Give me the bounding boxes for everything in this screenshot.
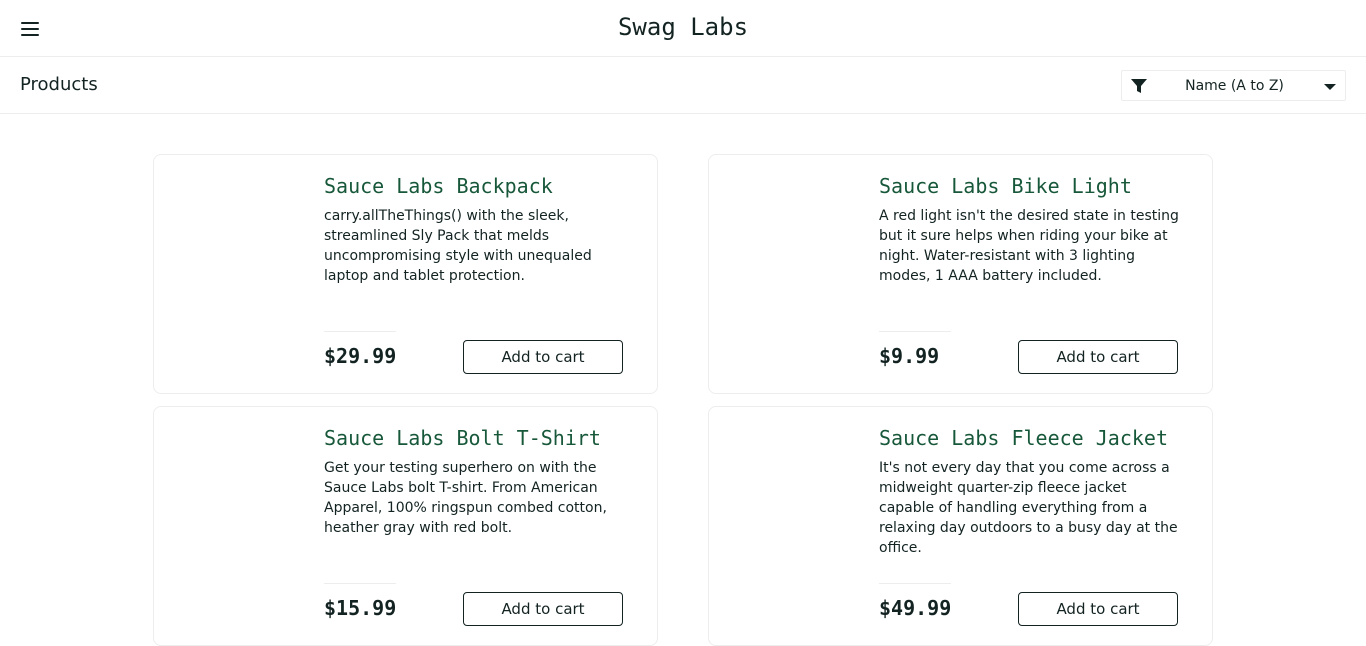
- item-price: $9.99: [879, 344, 940, 368]
- add-to-cart-button[interactable]: Add to cart: [1018, 340, 1178, 374]
- item-price: $29.99: [324, 344, 397, 368]
- price-divider: [879, 331, 951, 332]
- app-header: Swag Labs: [0, 0, 1366, 57]
- sort-dropdown[interactable]: Name (A to Z): [1121, 70, 1346, 101]
- item-price: $49.99: [879, 596, 952, 620]
- item-name-link[interactable]: Sauce Labs Backpack: [324, 174, 553, 198]
- inventory-item: Sauce Labs Bike Light A red light isn't …: [708, 154, 1213, 394]
- app-logo-title: Swag Labs: [617, 13, 749, 41]
- inventory-item: Sauce Labs Backpack carry.allTheThings()…: [153, 154, 658, 394]
- add-to-cart-button[interactable]: Add to cart: [463, 340, 623, 374]
- item-image[interactable]: [709, 155, 859, 393]
- sort-selected-value: Name (A to Z): [1185, 78, 1284, 94]
- item-description: A red light isn't the desired state in t…: [879, 208, 1179, 284]
- item-price: $15.99: [324, 596, 397, 620]
- chevron-down-icon: [1324, 84, 1336, 90]
- item-name-link[interactable]: Sauce Labs Bolt T-Shirt: [324, 426, 601, 450]
- add-to-cart-button[interactable]: Add to cart: [1018, 592, 1178, 626]
- price-divider: [324, 331, 396, 332]
- item-description: It's not every day that you come across …: [879, 460, 1178, 556]
- item-image[interactable]: [154, 155, 304, 393]
- add-to-cart-button[interactable]: Add to cart: [463, 592, 623, 626]
- item-description: Get your testing superhero on with the S…: [324, 460, 607, 536]
- item-name-link[interactable]: Sauce Labs Fleece Jacket: [879, 426, 1168, 450]
- inventory-item: Sauce Labs Fleece Jacket It's not every …: [708, 406, 1213, 646]
- price-divider: [324, 583, 396, 584]
- secondary-header: Products Name (A to Z): [0, 57, 1366, 114]
- item-description: carry.allTheThings() with the sleek, str…: [324, 208, 592, 284]
- item-image[interactable]: [154, 407, 304, 645]
- inventory-item: Sauce Labs Bolt T-Shirt Get your testing…: [153, 406, 658, 646]
- price-divider: [879, 583, 951, 584]
- item-image[interactable]: [709, 407, 859, 645]
- page-title: Products: [20, 74, 98, 95]
- item-name-link[interactable]: Sauce Labs Bike Light: [879, 174, 1132, 198]
